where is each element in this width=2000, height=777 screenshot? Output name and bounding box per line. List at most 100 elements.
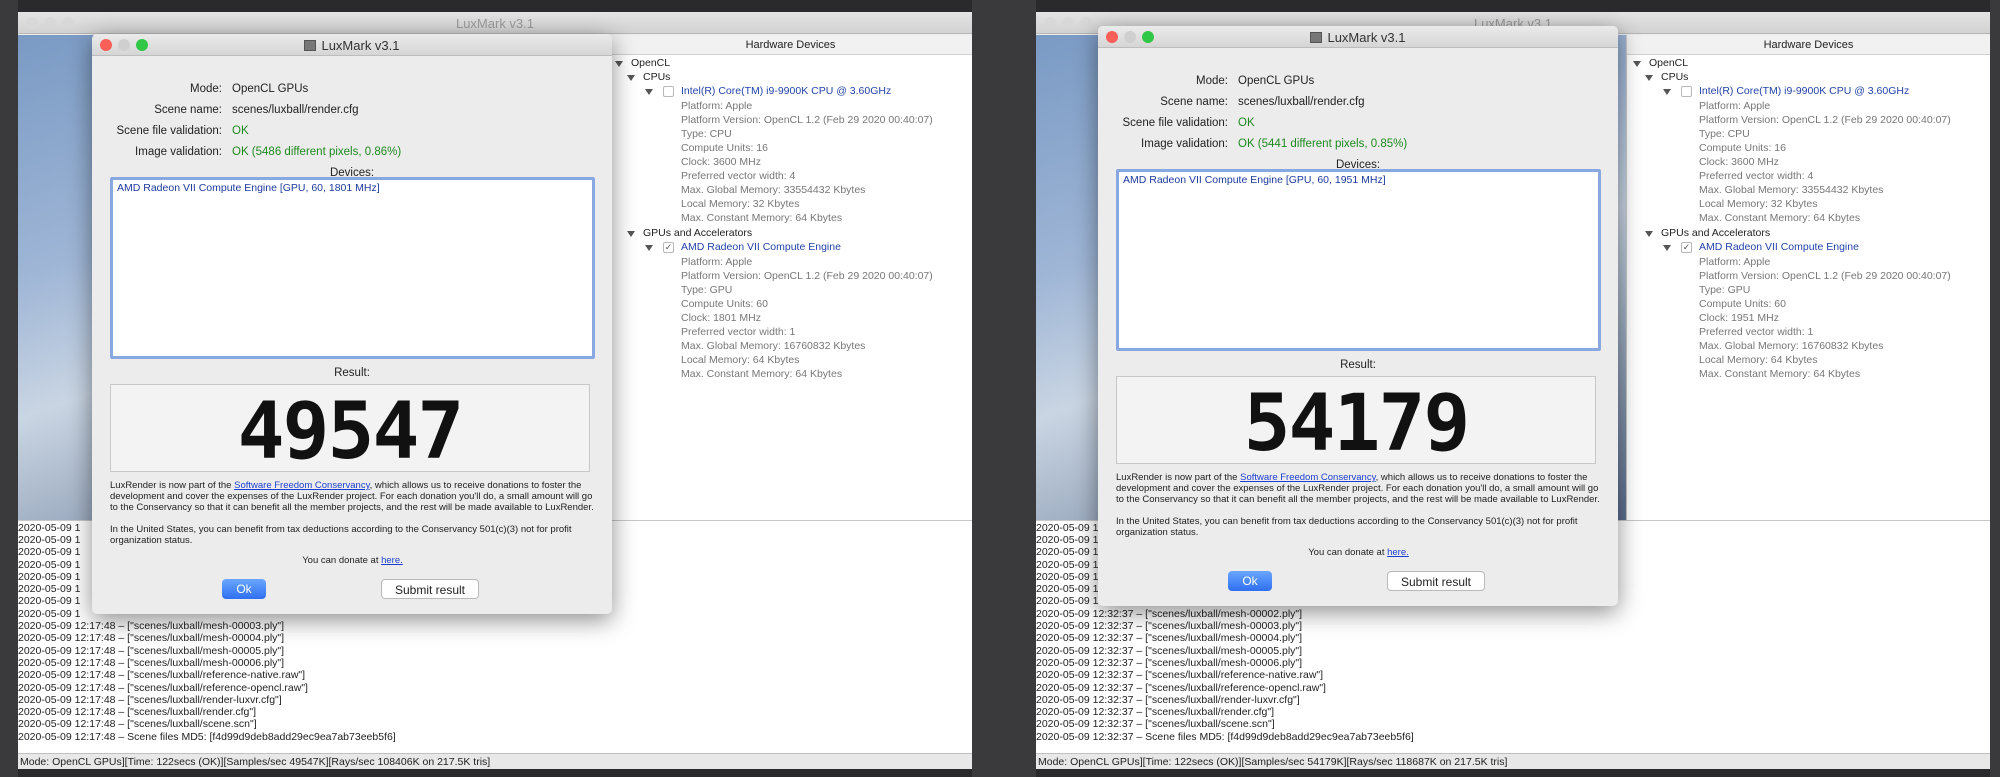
device-property: Max. Constant Memory: 64 Kbytes <box>1699 368 1861 380</box>
disclosure-triangle-icon[interactable] <box>645 245 653 251</box>
log-line: 2020-05-09 12:32:37 – ["scenes/luxball/m… <box>1036 632 1303 644</box>
donate-link[interactable]: here. <box>381 555 403 566</box>
log-line: 2020-05-09 12:17:48 – ["scenes/luxball/r… <box>18 682 308 694</box>
devices-list[interactable]: AMD Radeon VII Compute Engine [GPU, 60, … <box>110 177 595 359</box>
tree-item-opencl[interactable]: OpenCL <box>1649 57 1688 69</box>
device-property: Max. Constant Memory: 64 Kbytes <box>681 212 843 224</box>
cpu-checkbox[interactable] <box>663 86 674 97</box>
device-property: Type: CPU <box>1699 128 1750 140</box>
scene-validation-value: OK <box>1238 117 1255 129</box>
log-line: 2020-05-09 12:17:48 – ["scenes/luxball/m… <box>18 645 285 657</box>
disclosure-triangle-icon[interactable] <box>1663 89 1671 95</box>
tax-text: In the United States, you can benefit fr… <box>1116 516 1578 538</box>
tree-item-opencl[interactable]: OpenCL <box>631 57 670 69</box>
screen-edge-left <box>0 0 18 777</box>
device-property: Compute Units: 60 <box>681 298 768 310</box>
log-line: 2020-05-09 12:32:37 – ["scenes/luxball/m… <box>1036 645 1303 657</box>
log-line: 2020-05-09 1 <box>1036 522 1099 534</box>
device-property: Local Memory: 64 Kbytes <box>1699 354 1818 366</box>
dialog-title: LuxMark v3.1 <box>1098 30 1618 45</box>
mode-label: Mode: <box>1196 75 1228 87</box>
device-property: Max. Global Memory: 33554432 Kbytes <box>681 184 866 196</box>
device-property: Preferred vector width: 4 <box>1699 170 1814 182</box>
disclosure-triangle-icon[interactable] <box>615 61 623 67</box>
donate-line: You can donate at here. <box>1116 547 1601 558</box>
log-line: 2020-05-09 1 <box>18 534 81 546</box>
log-line: 2020-05-09 1 <box>18 608 81 620</box>
device-property: Compute Units: 16 <box>1699 142 1786 154</box>
device-property: Clock: 3600 MHz <box>681 156 761 168</box>
device-property: Platform: Apple <box>681 100 753 112</box>
disclosure-triangle-icon[interactable] <box>645 89 653 95</box>
log-line: 2020-05-09 12:32:37 – ["scenes/luxball/s… <box>1036 718 1275 730</box>
device-property: Max. Global Memory: 33554432 Kbytes <box>1699 184 1884 196</box>
device-property: Max. Constant Memory: 64 Kbytes <box>1699 212 1861 224</box>
log-line: 2020-05-09 1 <box>1036 583 1099 595</box>
result-label: Result: <box>334 367 370 379</box>
main-title: LuxMark v3.1 <box>455 16 535 31</box>
device-property: Max. Global Memory: 16760832 Kbytes <box>681 340 866 352</box>
device-property: Platform: Apple <box>681 256 753 268</box>
tree-item-gpus[interactable]: GPUs and Accelerators <box>643 227 752 239</box>
tree-item-gpu-device[interactable]: AMD Radeon VII Compute Engine <box>681 241 841 253</box>
dialog-titlebar: LuxMark v3.1 <box>1098 26 1618 48</box>
dialog-title-text: LuxMark v3.1 <box>1327 30 1406 45</box>
ok-button[interactable]: Ok <box>222 579 266 599</box>
score-value: 49547 <box>237 387 465 477</box>
device-item[interactable]: AMD Radeon VII Compute Engine [GPU, 60, … <box>1123 174 1386 186</box>
device-property: Platform Version: OpenCL 1.2 (Feb 29 202… <box>1699 270 1951 282</box>
log-line: 2020-05-09 1 <box>1036 571 1099 583</box>
submit-result-button[interactable]: Submit result <box>1387 571 1485 591</box>
gpu-checkbox[interactable]: ✓ <box>663 242 674 253</box>
hardware-devices-panel: Hardware Devices OpenCL CPUs Intel(R) Core… <box>608 35 972 520</box>
devices-list[interactable]: AMD Radeon VII Compute Engine [GPU, 60, … <box>1116 169 1601 351</box>
device-item[interactable]: AMD Radeon VII Compute Engine [GPU, 60, … <box>117 182 380 194</box>
disclosure-triangle-icon[interactable] <box>1633 61 1641 67</box>
log-line: 2020-05-09 12:17:48 – ["scenes/luxball/r… <box>18 694 282 706</box>
device-property: Compute Units: 16 <box>681 142 768 154</box>
device-property: Compute Units: 60 <box>1699 298 1786 310</box>
log-line: 2020-05-09 12:32:37 – ["scenes/luxball/m… <box>1036 657 1303 669</box>
tree-item-cpu-device[interactable]: Intel(R) Core(TM) i9-9900K CPU @ 3.60GHz <box>1699 85 1909 97</box>
device-property: Platform Version: OpenCL 1.2 (Feb 29 202… <box>681 114 933 126</box>
conservancy-link[interactable]: Software Freedom Conservancy <box>1240 472 1376 483</box>
ok-button[interactable]: Ok <box>1228 571 1272 591</box>
tree-item-cpus[interactable]: CPUs <box>643 71 670 83</box>
device-property: Max. Constant Memory: 64 Kbytes <box>681 368 843 380</box>
log-line: 2020-05-09 12:17:48 – Scene files MD5: [… <box>18 731 396 743</box>
image-validation-label: Image validation: <box>1141 138 1228 150</box>
result-label: Result: <box>1340 359 1376 371</box>
disclosure-triangle-icon[interactable] <box>627 231 635 237</box>
submit-result-button[interactable]: Submit result <box>381 579 479 599</box>
tree-item-cpus[interactable]: CPUs <box>1661 71 1688 83</box>
disclosure-triangle-icon[interactable] <box>1645 75 1653 81</box>
luxmark-app-icon <box>1310 32 1323 43</box>
conservancy-link[interactable]: Software Freedom Conservancy <box>234 480 370 491</box>
device-property: Platform: Apple <box>1699 256 1771 268</box>
status-bar: Mode: OpenCL GPUs][Time: 122secs (OK)][S… <box>1036 753 1990 769</box>
tree-item-gpu-device[interactable]: AMD Radeon VII Compute Engine <box>1699 241 1859 253</box>
scene-validation-label: Scene file validation: <box>1122 117 1228 129</box>
disclosure-triangle-icon[interactable] <box>627 75 635 81</box>
donate-link[interactable]: here. <box>1387 547 1409 558</box>
luxmark-window-right: LuxMark v3.1 Hardware Devices OpenCL CPUs… <box>1036 12 1990 769</box>
cpu-checkbox[interactable] <box>1681 86 1692 97</box>
result-display: 49547 <box>110 384 590 477</box>
image-validation-value: OK (5441 different pixels, 0.85%) <box>1238 138 1408 150</box>
hardware-devices-header: Hardware Devices <box>609 35 972 55</box>
device-property: Platform: Apple <box>1699 100 1771 112</box>
image-validation-value: OK (5486 different pixels, 0.86%) <box>232 146 402 158</box>
disclosure-triangle-icon[interactable] <box>1645 231 1653 237</box>
device-property: Preferred vector width: 4 <box>681 170 796 182</box>
log-line: 2020-05-09 1 <box>18 522 81 534</box>
main-titlebar: LuxMark v3.1 <box>18 12 972 34</box>
log-line: 2020-05-09 1 <box>18 559 81 571</box>
log-line: 2020-05-09 1 <box>18 571 81 583</box>
scene-name-label: Scene name: <box>154 104 222 116</box>
blurb-pre: LuxRender is now part of the <box>110 480 235 491</box>
gpu-checkbox[interactable]: ✓ <box>1681 242 1692 253</box>
tree-item-cpu-device[interactable]: Intel(R) Core(TM) i9-9900K CPU @ 3.60GHz <box>681 85 891 97</box>
log-line: 2020-05-09 12:17:48 – ["scenes/luxball/r… <box>18 669 306 681</box>
tree-item-gpus[interactable]: GPUs and Accelerators <box>1661 227 1770 239</box>
disclosure-triangle-icon[interactable] <box>1663 245 1671 251</box>
